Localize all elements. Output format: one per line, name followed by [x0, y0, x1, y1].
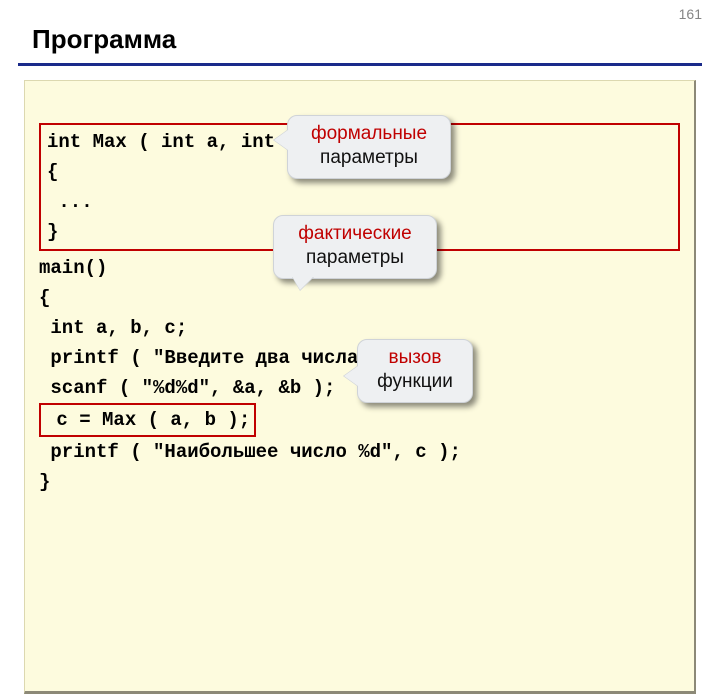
call-line-frame: c = Max ( a, b ); [39, 403, 256, 437]
callout-tail-icon [274, 130, 288, 150]
callout-line2: параметры [274, 246, 436, 278]
callout-line1: фактические [274, 216, 436, 246]
callout-line2: функции [358, 370, 472, 402]
page-number: 161 [679, 6, 702, 22]
callout-tail-icon [292, 276, 314, 290]
code-block: int Max ( int a, int b ) { ... }main() {… [24, 80, 696, 694]
callout-line1: вызов [358, 340, 472, 370]
callout-actual-params: фактические параметры [273, 215, 437, 279]
callout-line2: параметры [288, 146, 450, 178]
slide-title: Программа [0, 0, 720, 63]
title-rule [18, 63, 702, 66]
main-code-after: printf ( "Наибольшее число %d", c ); } [39, 441, 461, 493]
callout-tail-icon [344, 366, 358, 386]
callout-formal-params: формальные параметры [287, 115, 451, 179]
callout-function-call: вызов функции [357, 339, 473, 403]
callout-line1: формальные [288, 116, 450, 146]
